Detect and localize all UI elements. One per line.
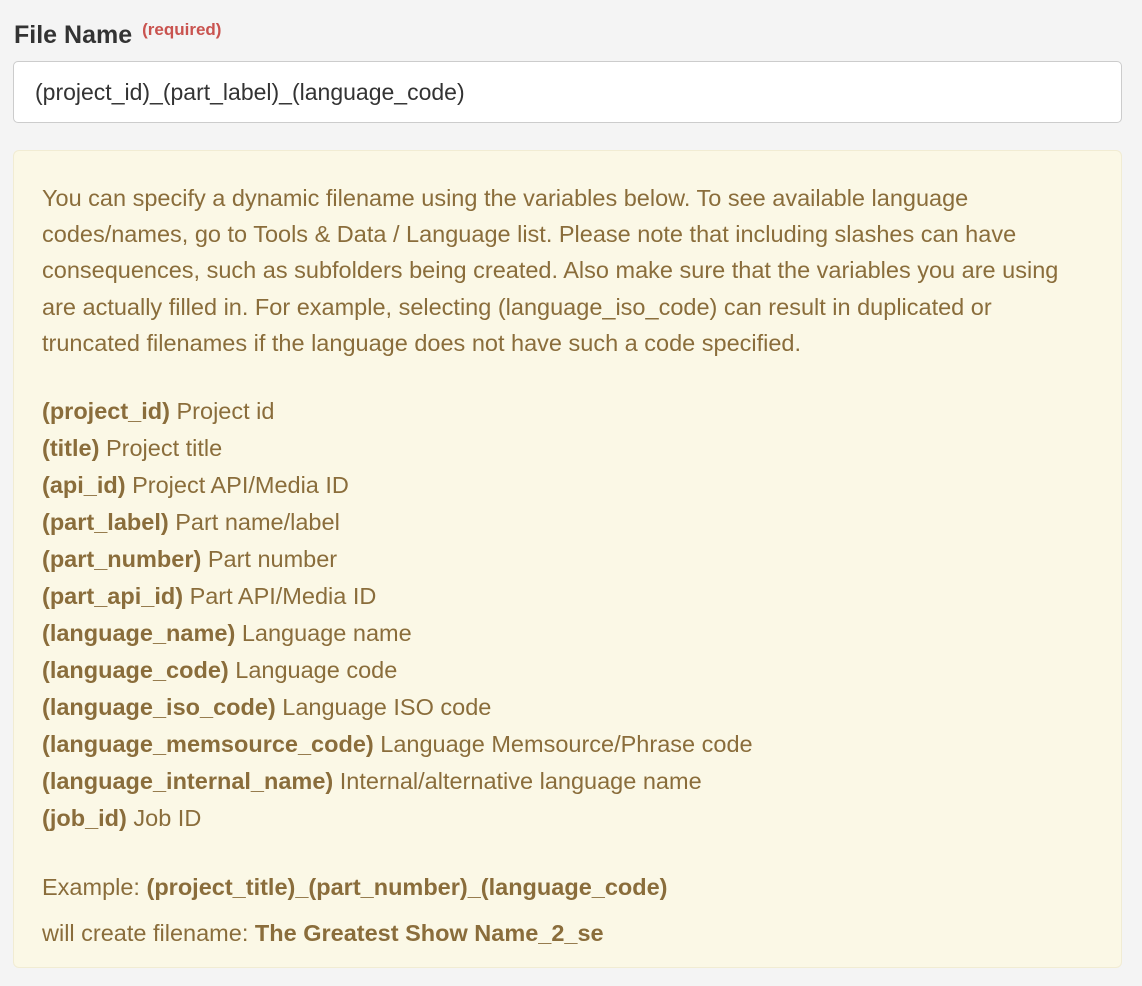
example-section: Example: (project_title)_(part_number)_(…	[42, 864, 1093, 956]
variable-token: (language_iso_code)	[42, 694, 276, 721]
variable-description: Project API/Media ID	[132, 472, 349, 499]
variable-description: Language ISO code	[282, 694, 492, 721]
example-value: (project_title)_(part_number)_(language_…	[146, 874, 668, 901]
variable-item: (part_label) Part name/label	[42, 504, 1093, 541]
variable-description: Part number	[207, 546, 338, 573]
required-indicator: (required)	[142, 20, 222, 39]
variable-token: (title)	[42, 435, 100, 462]
filename-help-panel: You can specify a dynamic filename using…	[13, 150, 1122, 968]
variable-item: (api_id) Project API/Media ID	[42, 467, 1093, 504]
variable-description: Part name/label	[175, 509, 340, 536]
variable-token: (api_id)	[42, 472, 126, 499]
example-line: Example: (project_title)_(part_number)_(…	[42, 864, 1093, 910]
variable-description: Language code	[235, 657, 398, 684]
variable-token: (language_memsource_code)	[42, 731, 374, 758]
variable-description: Language Memsource/Phrase code	[380, 731, 753, 758]
example-label: Example:	[42, 874, 140, 901]
variable-list: (project_id) Project id (title) Project …	[42, 393, 1093, 837]
variable-description: Language name	[241, 620, 412, 647]
help-intro-text: You can specify a dynamic filename using…	[42, 185, 1059, 356]
variable-description: Job ID	[133, 805, 202, 832]
variable-item: (language_name) Language name	[42, 615, 1093, 652]
variable-item: (title) Project title	[42, 430, 1093, 467]
variable-description: Project id	[176, 398, 275, 425]
variable-item: (part_number) Part number	[42, 541, 1093, 578]
variable-item: (language_iso_code) Language ISO code	[42, 689, 1093, 726]
variable-token: (project_id)	[42, 398, 170, 425]
variable-item: (language_memsource_code) Language Memso…	[42, 726, 1093, 763]
file-name-input[interactable]	[13, 61, 1122, 123]
file-name-label: File Name	[14, 21, 133, 49]
variable-description: Project title	[105, 435, 223, 462]
variable-item: (language_code) Language code	[42, 652, 1093, 689]
variable-token: (part_api_id)	[42, 583, 184, 610]
file-name-label-row: File Name (required)	[14, 18, 221, 52]
variable-token: (job_id)	[42, 805, 127, 832]
variable-item: (project_id) Project id	[42, 393, 1093, 430]
variable-description: Internal/alternative language name	[339, 768, 702, 795]
variable-description: Part API/Media ID	[189, 583, 377, 610]
variable-token: (part_number)	[42, 546, 202, 573]
variable-token: (language_internal_name)	[42, 768, 334, 795]
result-label: will create filename:	[42, 920, 249, 947]
variable-token: (language_name)	[42, 620, 236, 647]
file-name-form: File Name (required) You can specify a d…	[0, 0, 1142, 986]
variable-item: (language_internal_name) Internal/altern…	[42, 763, 1093, 800]
variable-token: (part_label)	[42, 509, 169, 536]
result-line: will create filename: The Greatest Show …	[42, 910, 1093, 956]
variable-token: (language_code)	[42, 657, 229, 684]
result-value: The Greatest Show Name_2_se	[254, 920, 604, 947]
variable-item: (job_id) Job ID	[42, 800, 1093, 837]
variable-item: (part_api_id) Part API/Media ID	[42, 578, 1093, 615]
